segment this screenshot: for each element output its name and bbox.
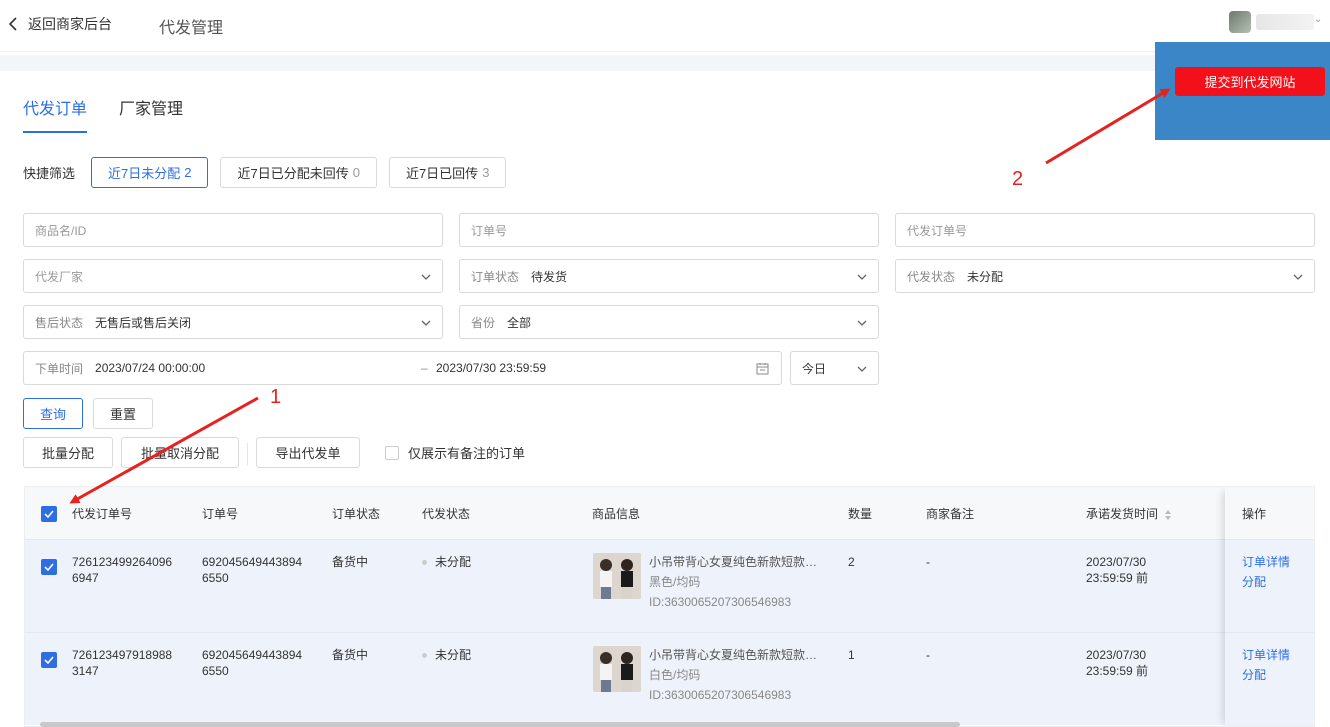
annotation-number-1: 1 [270,386,282,408]
annotation-number-2: 2 [1012,168,1024,190]
annotation-arrow-2 [1045,88,1171,165]
annotation-arrows [69,88,1171,504]
annotation-arrow-1 [69,396,259,504]
